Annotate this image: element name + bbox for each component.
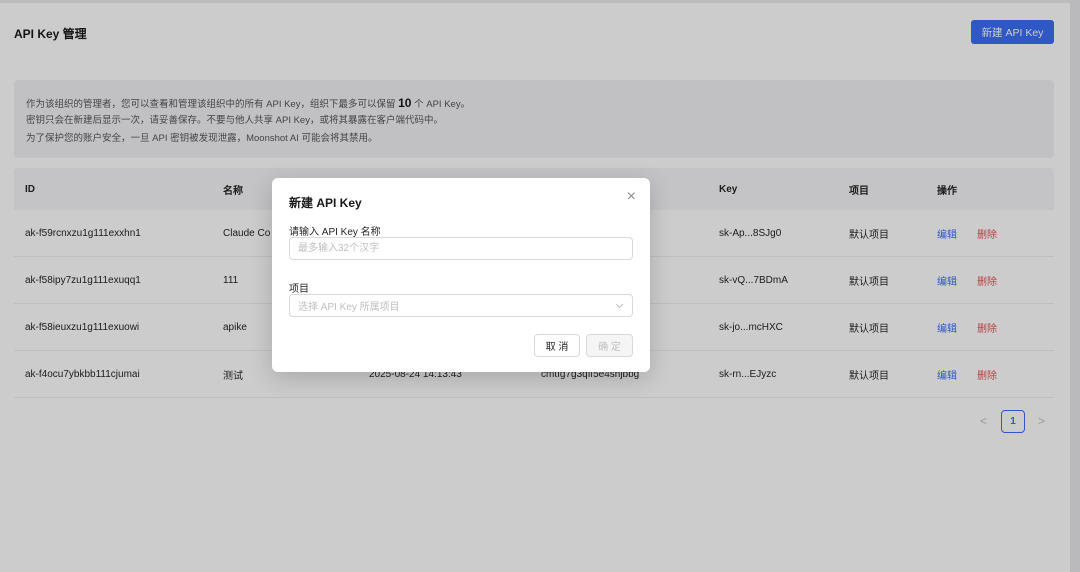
- project-select-placeholder: 选择 API Key 所属项目: [298, 302, 400, 313]
- chevron-down-icon: [615, 301, 624, 311]
- close-icon[interactable]: ×: [627, 189, 636, 205]
- project-select[interactable]: 选择 API Key 所属项目: [289, 294, 633, 317]
- cancel-button[interactable]: 取 消: [534, 334, 580, 357]
- confirm-button[interactable]: 确 定: [586, 334, 633, 357]
- project-field-label: 项目: [289, 284, 309, 295]
- api-key-page: API Key 管理 新建 API Key 作为该组织的管理者，您可以查看和管理…: [0, 0, 1080, 572]
- new-api-key-dialog: 新建 API Key × 请输入 API Key 名称 项目 选择 API Ke…: [272, 178, 650, 372]
- dialog-title: 新建 API Key: [289, 196, 362, 210]
- key-name-input[interactable]: [289, 237, 633, 260]
- name-field-label: 请输入 API Key 名称: [289, 227, 381, 238]
